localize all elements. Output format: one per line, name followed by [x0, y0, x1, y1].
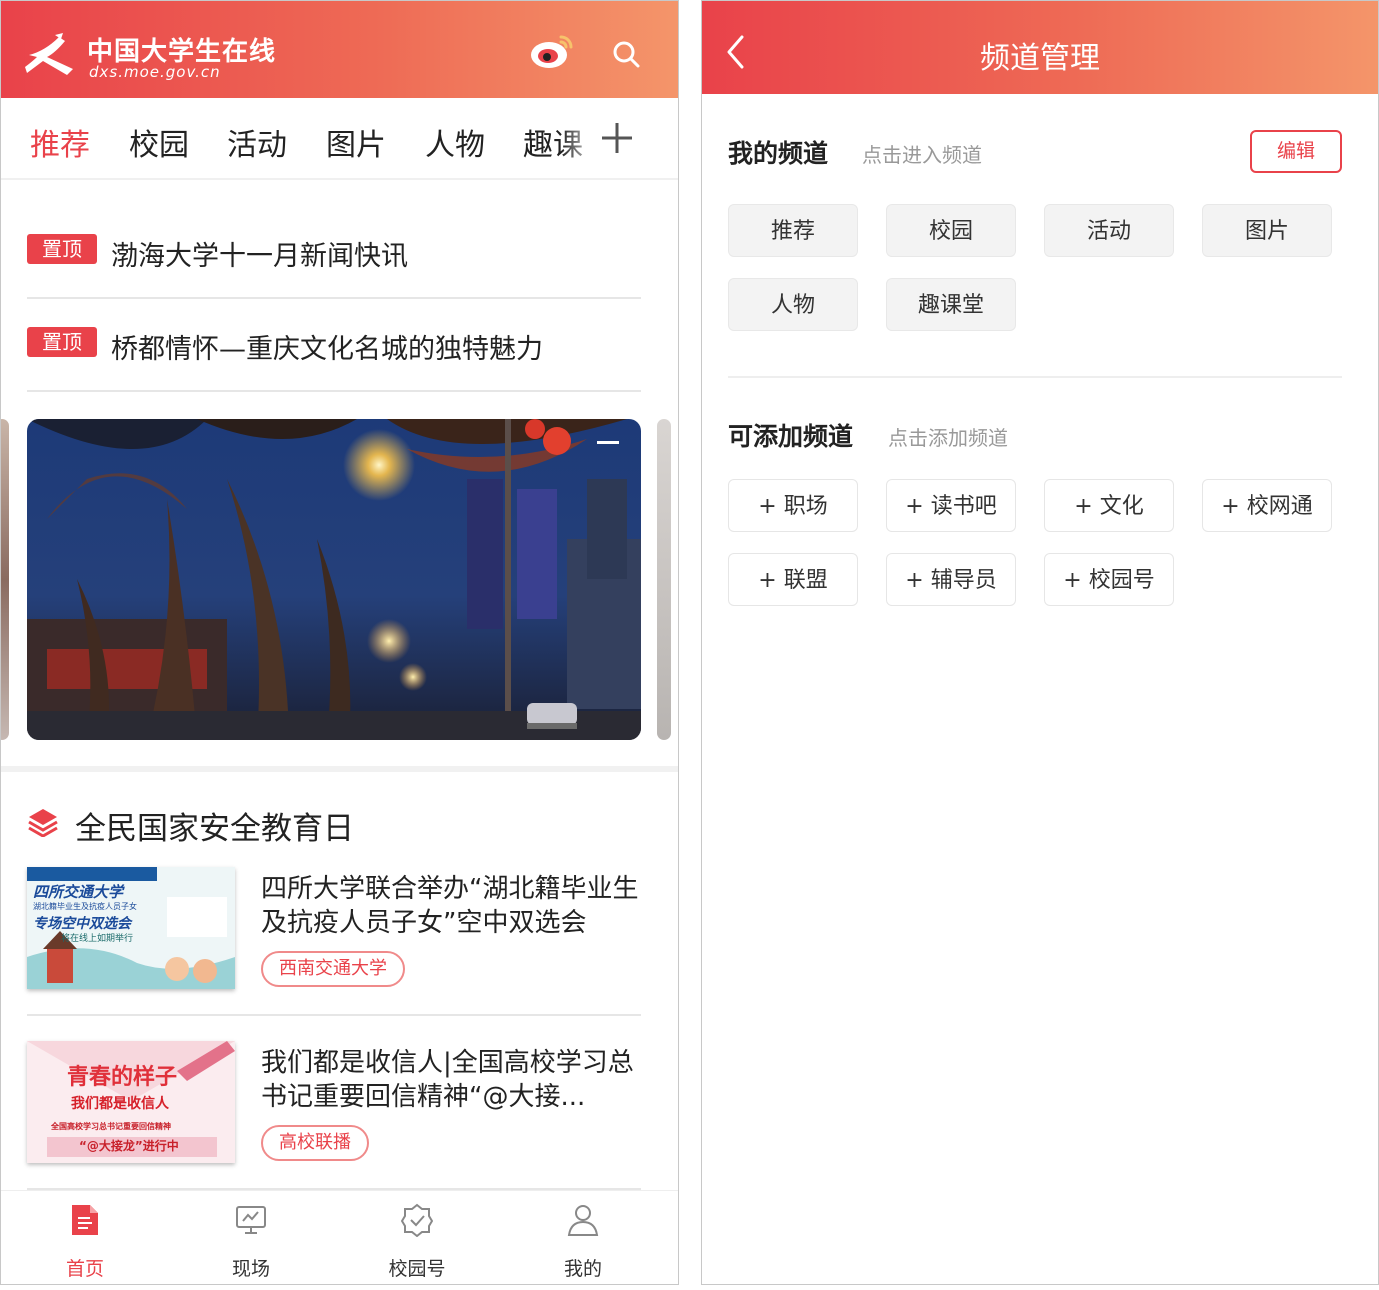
page-title: 频道管理 — [980, 41, 1100, 76]
nav-mine[interactable]: 我的 — [523, 1191, 643, 1284]
nav-campus-account[interactable]: 校园号 — [357, 1191, 477, 1284]
nav-live[interactable]: 现场 — [191, 1191, 311, 1284]
monitor-icon — [236, 1206, 266, 1234]
add-channel-chip[interactable]: + 文化 — [1044, 479, 1174, 532]
thumb-text: 全国高校学习总书记重要回信精神 — [51, 1122, 171, 1131]
tab-activity[interactable]: 活动 — [227, 120, 287, 164]
news-item[interactable]: 四所交通大学 湖北籍毕业生及抗疫人员子女 专场空中双选会 将在线上如期举行 四所… — [27, 867, 641, 1016]
nav-home[interactable]: 首页 — [25, 1191, 145, 1284]
my-channel-chip[interactable]: 图片 — [1202, 204, 1332, 257]
search-icon[interactable] — [611, 39, 643, 75]
my-channel-chip[interactable]: 活动 — [1044, 204, 1174, 257]
carousel-banner-image[interactable] — [27, 419, 641, 740]
night-street-photo — [27, 419, 641, 740]
tab-people[interactable]: 人物 — [425, 120, 485, 164]
nav-label: 首页 — [65, 1258, 104, 1280]
weibo-icon[interactable] — [529, 31, 575, 75]
my-channel-chip[interactable]: 人物 — [728, 278, 858, 331]
pin-badge: 置顶 — [27, 234, 97, 264]
news-source-tag[interactable]: 西南交通大学 — [261, 951, 405, 987]
thumb-text: “@大接龙”进行中 — [79, 1139, 179, 1153]
available-channels-title: 可添加频道 — [728, 422, 854, 451]
user-icon — [567, 1205, 599, 1236]
channel-manager-header: 频道管理 — [702, 1, 1378, 94]
carousel-next-slide[interactable] — [657, 419, 671, 740]
logo-mark-icon — [25, 33, 73, 75]
nav-label: 我的 — [563, 1258, 602, 1280]
channel-tabs: 推荐 校园 活动 图片 人物 趣课 — [1, 98, 678, 180]
carousel-prev-slide[interactable] — [1, 419, 9, 740]
thumb-text: 青春的样子 — [67, 1065, 178, 1090]
tab-campus[interactable]: 校园 — [129, 120, 189, 164]
pinned-title: 桥都情怀—重庆文化名城的独特魅力 — [111, 334, 543, 365]
section-divider — [728, 376, 1342, 378]
add-channel-chip[interactable]: + 校网通 — [1202, 479, 1332, 532]
home-screen: 中国大学生在线 dxs.moe.gov.cn 推荐 校园 活动 图片 人物 趣课 — [0, 0, 679, 1285]
section-separator — [1, 766, 678, 772]
badge-check-icon — [401, 1203, 433, 1237]
home-doc-icon — [72, 1205, 98, 1235]
news-source-tag[interactable]: 高校联播 — [261, 1125, 369, 1161]
channel-manager-screen: 频道管理 我的频道 点击进入频道 编辑 推荐 校园 活动 图片 人物 趣课堂 可… — [701, 0, 1379, 1285]
add-channel-chip[interactable]: + 校园号 — [1044, 553, 1174, 606]
news-thumbnail: 青春的样子 我们都是收信人 全国高校学习总书记重要回信精神 “@大接龙”进行中 — [27, 1041, 235, 1163]
bottom-navigation: 首页 现场 校园号 我的 — [1, 1190, 678, 1284]
thumb-text: 将在线上如期举行 — [61, 934, 134, 944]
nav-label: 现场 — [231, 1258, 270, 1280]
section-title: 全民国家安全教育日 — [75, 811, 354, 847]
layers-icon — [27, 807, 59, 841]
thumb-text: 我们都是收信人 — [71, 1096, 169, 1112]
edit-button[interactable]: 编辑 — [1250, 130, 1342, 173]
tab-recommend[interactable]: 推荐 — [30, 120, 90, 164]
pinned-item[interactable]: 置顶 桥都情怀—重庆文化名城的独特魅力 — [27, 299, 641, 392]
tabs-fade — [561, 98, 601, 178]
logo-url: dxs.moe.gov.cn — [89, 63, 221, 81]
pinned-title: 渤海大学十一月新闻快讯 — [111, 241, 408, 272]
my-channel-chip[interactable]: 趣课堂 — [886, 278, 1016, 331]
my-channel-chip[interactable]: 推荐 — [728, 204, 858, 257]
add-channel-chip[interactable]: + 读书吧 — [886, 479, 1016, 532]
pinned-item[interactable]: 置顶 渤海大学十一月新闻快讯 — [27, 206, 641, 299]
available-channels-hint: 点击添加频道 — [888, 426, 1008, 450]
app-header: 中国大学生在线 dxs.moe.gov.cn — [1, 1, 678, 98]
my-channels-hint: 点击进入频道 — [862, 143, 982, 167]
news-title: 我们都是收信人|全国高校学习总书记重要回信精神“@大接... — [261, 1048, 634, 1112]
news-item[interactable]: 青春的样子 我们都是收信人 全国高校学习总书记重要回信精神 “@大接龙”进行中 … — [27, 1041, 641, 1190]
site-logo[interactable]: 中国大学生在线 dxs.moe.gov.cn — [25, 29, 285, 84]
news-thumbnail: 四所交通大学 湖北籍毕业生及抗疫人员子女 专场空中双选会 将在线上如期举行 — [27, 867, 235, 989]
tab-pictures[interactable]: 图片 — [326, 120, 386, 164]
add-channel-chip[interactable]: + 联盟 — [728, 553, 858, 606]
thumb-text: 专场空中双选会 — [33, 916, 131, 932]
pin-badge: 置顶 — [27, 327, 97, 357]
my-channels-title: 我的频道 — [728, 139, 829, 168]
add-channel-chip[interactable]: + 辅导员 — [886, 553, 1016, 606]
news-title: 四所大学联合举办“湖北籍毕业生及抗疫人员子女”空中双选会 — [261, 874, 639, 938]
thumb-text: 四所交通大学 — [33, 883, 124, 901]
nav-label: 校园号 — [388, 1258, 446, 1280]
thumb-text: 湖北籍毕业生及抗疫人员子女 — [33, 902, 137, 911]
my-channel-chip[interactable]: 校园 — [886, 204, 1016, 257]
add-channel-chip[interactable]: + 职场 — [728, 479, 858, 532]
add-channel-icon[interactable] — [598, 119, 636, 161]
